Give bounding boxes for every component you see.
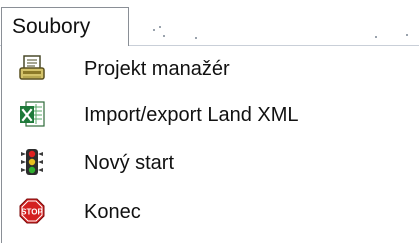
menu-soubory[interactable]: Soubory	[1, 7, 129, 46]
menu-item-label: Nový start	[84, 152, 175, 174]
menu-bar: Soubory	[0, 0, 419, 46]
menu-soubory-label: Soubory	[12, 15, 91, 38]
project-manager-icon	[17, 53, 47, 83]
stop-sign-icon: STOP	[17, 196, 47, 226]
app-window: Soubory Projekt manažér Import/export La…	[0, 0, 419, 243]
menu-item-exit[interactable]: STOP Konec	[2, 189, 402, 233]
svg-text:STOP: STOP	[21, 208, 43, 217]
menu-item-label: Import/export Land XML	[84, 104, 299, 126]
menu-item-project-manager[interactable]: Projekt manažér	[2, 46, 402, 90]
file-dropdown-menu: Projekt manažér Import/export Land XML N…	[1, 46, 419, 243]
menu-item-label: Konec	[84, 201, 141, 223]
menu-item-import-export-landxml[interactable]: Import/export Land XML	[2, 92, 402, 136]
menu-item-label: Projekt manažér	[84, 58, 230, 80]
menu-item-new-start[interactable]: Nový start	[2, 140, 402, 184]
excel-xml-icon	[17, 99, 47, 129]
traffic-light-icon	[17, 147, 47, 177]
